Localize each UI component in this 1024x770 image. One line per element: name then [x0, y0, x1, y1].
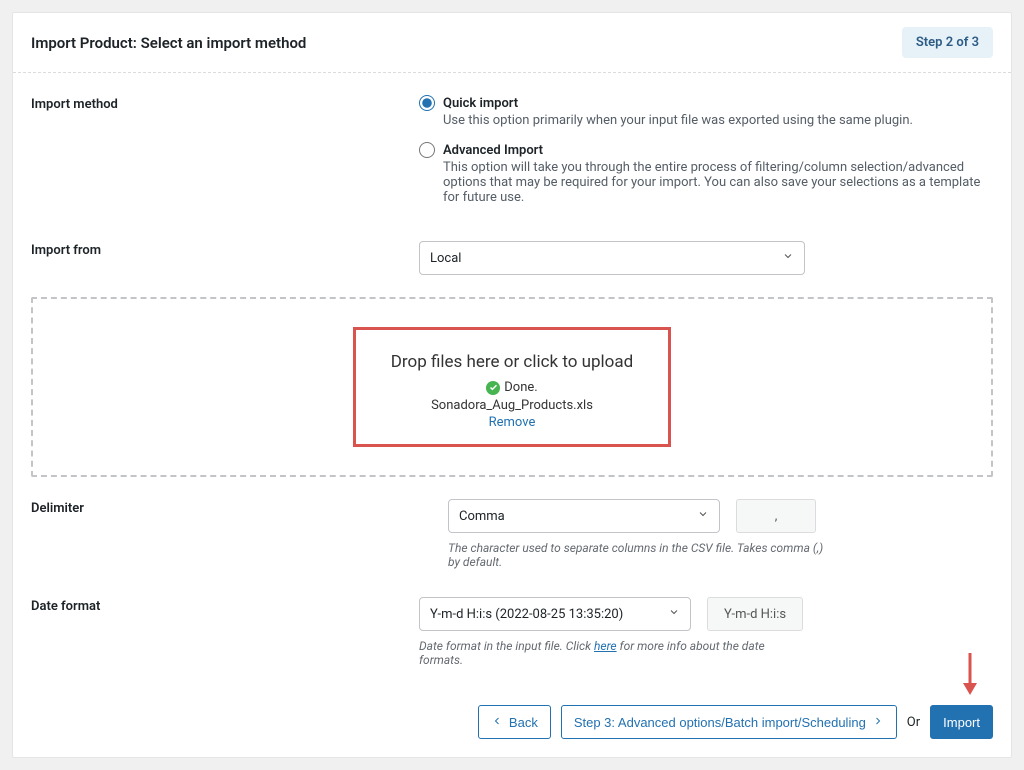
- select-date-format[interactable]: Y-m-d H:i:s (2022-08-25 13:35:20): [419, 597, 691, 631]
- date-format-helper-prefix: Date format in the input file. Click: [419, 639, 594, 653]
- dropzone-highlight: Drop files here or click to upload Done.…: [353, 327, 671, 447]
- step-indicator: Step 2 of 3: [902, 27, 993, 58]
- radio-advanced-import-title: Advanced Import: [443, 143, 543, 158]
- chevron-down-icon: [668, 606, 680, 622]
- select-date-format-value: Y-m-d H:i:s (2022-08-25 13:35:20): [430, 607, 623, 622]
- select-import-from[interactable]: Local: [419, 241, 805, 275]
- radio-advanced-import[interactable]: Advanced Import: [419, 142, 993, 158]
- select-import-from-value: Local: [430, 251, 461, 266]
- select-delimiter-value: Comma: [459, 509, 505, 524]
- select-delimiter[interactable]: Comma: [448, 499, 720, 533]
- delimiter-helper: The character used to separate columns i…: [448, 541, 828, 569]
- dropzone-title: Drop files here or click to upload: [366, 352, 658, 372]
- chevron-down-icon: [697, 508, 709, 524]
- next-step-label: Step 3: Advanced options/Batch import/Sc…: [574, 715, 866, 730]
- upload-done-label: Done.: [504, 380, 537, 395]
- import-method-options: Quick import Use this option primarily w…: [419, 95, 993, 219]
- card-header: Import Product: Select an import method …: [13, 13, 1011, 73]
- delimiter-example: ,: [736, 499, 816, 533]
- import-button[interactable]: Import: [930, 705, 993, 739]
- radio-advanced-import-desc: This option will take you through the en…: [443, 160, 993, 205]
- row-date-format: Date format Y-m-d H:i:s (2022-08-25 13:3…: [31, 597, 993, 667]
- upload-filename: Sonadora_Aug_Products.xls: [366, 398, 658, 413]
- chevron-down-icon: [782, 250, 794, 266]
- remove-file-link[interactable]: Remove: [489, 415, 536, 430]
- date-format-helper: Date format in the input file. Click her…: [419, 639, 799, 667]
- radio-advanced-import-block: Advanced Import This option will take yo…: [419, 142, 993, 205]
- or-separator: Or: [907, 715, 920, 730]
- upload-status: Done.: [486, 380, 537, 395]
- card-body: Import method Quick import Use this opti…: [13, 73, 1011, 687]
- back-button-label: Back: [509, 715, 538, 730]
- next-step-button[interactable]: Step 3: Advanced options/Batch import/Sc…: [561, 705, 897, 739]
- chevron-left-icon: [491, 715, 503, 730]
- radio-quick-import[interactable]: Quick import: [419, 95, 993, 111]
- footer-actions: Back Step 3: Advanced options/Batch impo…: [13, 687, 1011, 757]
- label-delimiter: Delimiter: [31, 499, 448, 516]
- row-import-method: Import method Quick import Use this opti…: [31, 95, 993, 219]
- label-import-from: Import from: [31, 241, 419, 258]
- row-import-from: Import from Local: [31, 241, 993, 275]
- import-card: Import Product: Select an import method …: [12, 12, 1012, 758]
- row-delimiter: Delimiter Comma , The character used to …: [31, 499, 993, 569]
- label-import-method: Import method: [31, 95, 419, 112]
- chevron-right-icon: [872, 715, 884, 730]
- label-date-format: Date format: [31, 597, 419, 614]
- radio-quick-import-desc: Use this option primarily when your inpu…: [443, 113, 993, 128]
- radio-advanced-import-input[interactable]: [419, 142, 435, 158]
- back-button[interactable]: Back: [478, 705, 551, 739]
- date-format-example: Y-m-d H:i:s: [707, 597, 803, 631]
- radio-quick-import-title: Quick import: [443, 96, 518, 111]
- dropzone-area[interactable]: Drop files here or click to upload Done.…: [31, 297, 993, 477]
- radio-quick-import-block: Quick import Use this option primarily w…: [419, 95, 993, 128]
- check-icon: [486, 381, 500, 395]
- date-format-help-link[interactable]: here: [594, 639, 617, 653]
- page-title: Import Product: Select an import method: [31, 34, 306, 52]
- import-button-label: Import: [943, 715, 980, 730]
- radio-quick-import-input[interactable]: [419, 95, 435, 111]
